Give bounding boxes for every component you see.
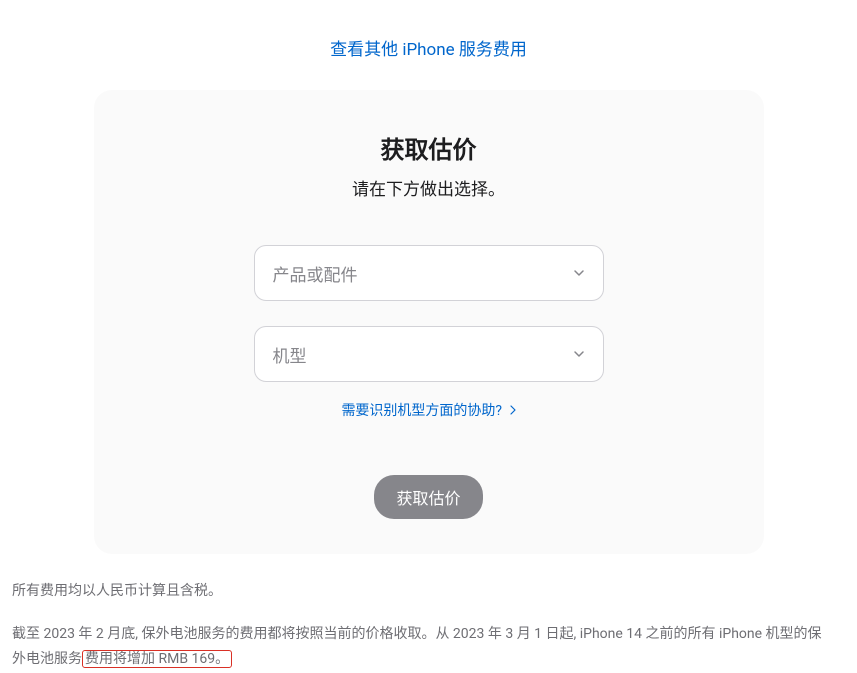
product-select-wrapper: 产品或配件 bbox=[254, 245, 604, 301]
card-subtitle: 请在下方做出选择。 bbox=[144, 175, 714, 200]
card-title: 获取估价 bbox=[144, 130, 714, 165]
help-link-text: 需要识别机型方面的协助? bbox=[341, 403, 502, 419]
chevron-right-icon bbox=[510, 405, 516, 415]
identify-model-link[interactable]: 需要识别机型方面的协助? bbox=[341, 403, 515, 419]
chevron-down-icon bbox=[573, 267, 585, 279]
price-increase-highlight: 费用将增加 RMB 169。 bbox=[82, 650, 232, 668]
submit-wrapper: 获取估价 bbox=[144, 475, 714, 519]
top-link-wrapper: 查看其他 iPhone 服务费用 bbox=[0, 35, 857, 60]
other-services-link[interactable]: 查看其他 iPhone 服务费用 bbox=[330, 40, 527, 60]
product-select-placeholder: 产品或配件 bbox=[273, 261, 358, 286]
footer-line-1: 所有费用均以人民币计算且含税。 bbox=[12, 579, 832, 604]
get-estimate-button[interactable]: 获取估价 bbox=[374, 475, 482, 519]
chevron-down-icon bbox=[573, 348, 585, 360]
footer-text: 所有费用均以人民币计算且含税。 截至 2023 年 2 月底, 保外电池服务的费… bbox=[12, 579, 832, 673]
model-select-placeholder: 机型 bbox=[273, 342, 307, 367]
footer-line-2: 截至 2023 年 2 月底, 保外电池服务的费用都将按照当前的价格收取。从 2… bbox=[12, 622, 832, 672]
product-select[interactable]: 产品或配件 bbox=[254, 245, 604, 301]
model-select[interactable]: 机型 bbox=[254, 326, 604, 382]
estimate-card: 获取估价 请在下方做出选择。 产品或配件 机型 需要识别机型方面的协助? 获取估… bbox=[94, 90, 764, 554]
help-link-wrapper: 需要识别机型方面的协助? bbox=[144, 400, 714, 420]
model-select-wrapper: 机型 bbox=[254, 326, 604, 382]
